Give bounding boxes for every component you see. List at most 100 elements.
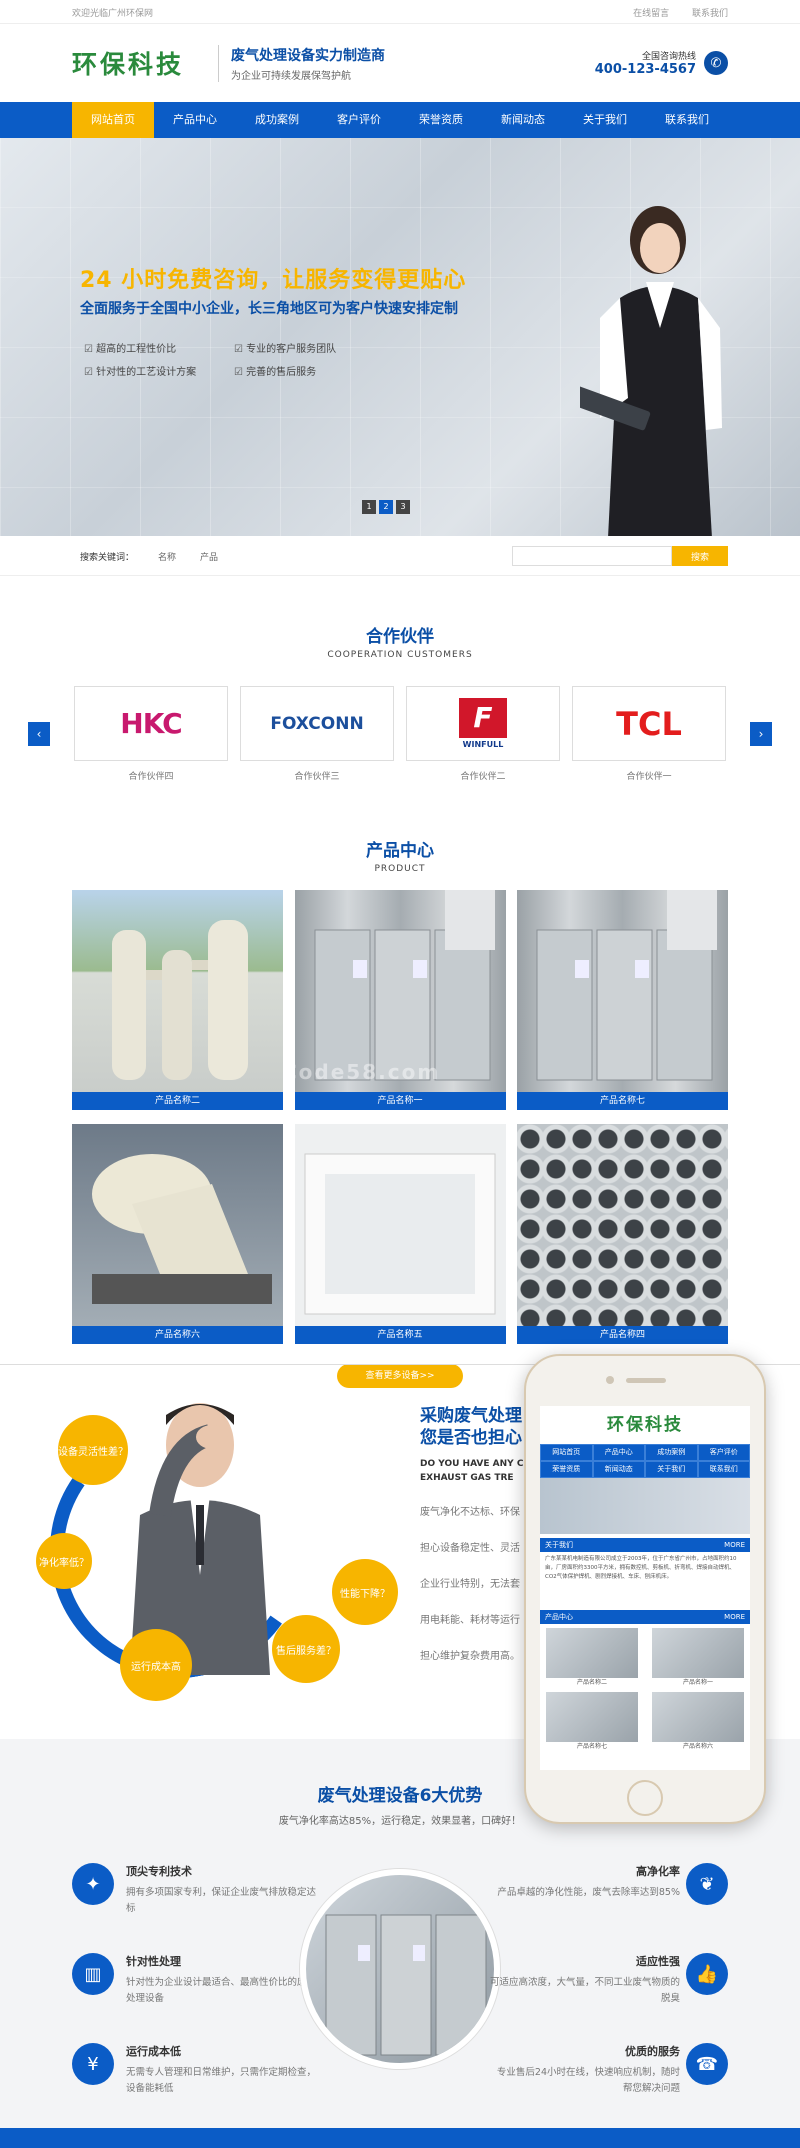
mobile-nav-item[interactable]: 客户评价	[697, 1444, 750, 1461]
partners-next-button[interactable]: ›	[750, 722, 772, 746]
mobile-product-title: 产品中心	[545, 1613, 573, 1621]
mobile-product-header: 产品中心 MORE	[540, 1610, 750, 1624]
product-image-tank	[294, 1124, 506, 1326]
product-caption: 产品名称四	[517, 1326, 728, 1344]
slogan: 废气处理设备实力制造商 为企业可持续发展保驾护航	[218, 44, 386, 82]
phone-screen: 环保科技 网站首页 产品中心 成功案例 客户评价 荣誉资质 新闻动态 关于我们 …	[540, 1406, 750, 1770]
mobile-product-card[interactable]: 产品名称六	[652, 1692, 744, 1752]
watermark-text: Code58.com	[282, 1060, 441, 1084]
slogan-main: 废气处理设备实力制造商	[231, 47, 386, 64]
problem-line: 用电耗能、耗材等运行	[420, 1615, 520, 1626]
partners-prev-button[interactable]: ‹	[28, 722, 50, 746]
advantages-center-image	[300, 1869, 500, 2069]
leaf-icon: ❦	[686, 1863, 728, 1905]
product-card[interactable]: 产品名称七	[517, 890, 728, 1110]
mobile-product-card[interactable]: 产品名称一	[652, 1628, 744, 1688]
mobile-nav-item[interactable]: 新闻动态	[592, 1461, 645, 1478]
product-caption: 产品名称六	[72, 1326, 283, 1344]
phone-icon: ✆	[704, 51, 728, 75]
product-card[interactable]: 产品名称四	[517, 1124, 728, 1344]
search-button[interactable]: 搜索	[672, 546, 728, 566]
partner-card[interactable]: FOXCONN 合作伙伴三	[240, 686, 394, 782]
problem-line: 废气净化不达标、环保	[420, 1507, 520, 1518]
target-icon: ▥	[72, 1953, 114, 1995]
top-bar: 欢迎光临广州环保网 在线留言 联系我们	[0, 0, 800, 24]
partner-caption: 合作伙伴四	[128, 772, 174, 782]
search-keyword[interactable]: 产品	[200, 550, 218, 563]
hero-banner[interactable]: 24 小时免费咨询，让服务变得更贴心 全面服务于全国中小企业，长三角地区可为客户…	[0, 138, 800, 536]
nav-item-honors[interactable]: 荣誉资质	[400, 102, 482, 138]
money-icon: ¥	[72, 2043, 114, 2085]
partner-card[interactable]: F WINFULL 合作伙伴二	[406, 686, 560, 782]
mobile-about-more[interactable]: MORE	[724, 1541, 745, 1549]
hotline-label: 全国咨询热线	[641, 52, 696, 62]
service-icon: ☎	[686, 2043, 728, 2085]
problem-line: 担心设备稳定性、灵活	[420, 1543, 520, 1554]
partners-title: 合作伙伴	[366, 627, 434, 647]
banner-page-2[interactable]: 2	[379, 500, 393, 514]
banner-page-3[interactable]: 3	[396, 500, 410, 514]
slogan-sub: 为企业可持续发展保驾护航	[231, 70, 352, 82]
mobile-about-title: 关于我们	[545, 1541, 573, 1549]
partner-card[interactable]: TCL 合作伙伴一	[572, 686, 726, 782]
products-section: 产品中心 PRODUCT 产品名称二 产品名称一 产品名称七 产品名称六 产品名…	[0, 808, 800, 1388]
problem-title: 采购废气处理 您是否也担心	[420, 1406, 522, 1448]
nav-item-about[interactable]: 关于我们	[564, 102, 646, 138]
phone-home-button	[627, 1780, 663, 1816]
mobile-nav-item[interactable]: 网站首页	[540, 1444, 593, 1461]
search-label: 搜索关键词：	[80, 552, 135, 563]
partner-card[interactable]: HKC 合作伙伴四	[74, 686, 228, 782]
advantage-item: 适应性强 可适应高浓度，大气量，不同工业废气物质的脱臭	[490, 1955, 681, 2004]
phone-camera	[606, 1376, 614, 1384]
nav-item-cases[interactable]: 成功案例	[236, 102, 318, 138]
hkc-logo: HKC	[120, 707, 182, 740]
worried-man-image	[130, 1403, 270, 1675]
product-card[interactable]: 产品名称五	[294, 1124, 506, 1344]
topbar-link-message[interactable]: 在线留言	[633, 9, 669, 19]
advantage-item: 针对性处理 针对性为企业设计最适合、最高性价比的废气处理设备	[126, 1955, 317, 2004]
advantage-item: 顶尖专利技术 拥有多项国家专利，保证企业废气排放稳定达标	[126, 1865, 317, 1914]
pain-bubble: 运行成本高	[120, 1629, 192, 1701]
banner-feature: 完善的售后服务	[234, 363, 384, 378]
mobile-nav-item[interactable]: 产品中心	[592, 1444, 645, 1461]
nav-item-products[interactable]: 产品中心	[154, 102, 236, 138]
product-image-fan	[72, 1124, 283, 1326]
product-image-tower	[72, 890, 283, 1092]
mobile-banner	[540, 1478, 750, 1534]
mobile-product-card[interactable]: 产品名称七	[546, 1692, 638, 1752]
banner-page-1[interactable]: 1	[362, 500, 376, 514]
mobile-product-more[interactable]: MORE	[724, 1613, 745, 1621]
problem-line: 担心维护复杂费用高。	[420, 1651, 520, 1662]
partner-caption: 合作伙伴一	[626, 772, 672, 782]
site-header: 环保科技 废气处理设备实力制造商 为企业可持续发展保驾护航 全国咨询热线 400…	[0, 24, 800, 102]
nav-item-home[interactable]: 网站首页	[72, 102, 154, 138]
topbar-link-contact[interactable]: 联系我们	[692, 9, 728, 19]
partners-section: 合作伙伴 COOPERATION CUSTOMERS ‹ HKC 合作伙伴四 F…	[0, 576, 800, 808]
nav-item-contact[interactable]: 联系我们	[646, 102, 728, 138]
nav-item-news[interactable]: 新闻动态	[482, 102, 564, 138]
search-keyword[interactable]: 名称	[158, 550, 176, 563]
problem-list: 废气净化不达标、环保 担心设备稳定性、灵活 企业行业特别，无法套 用电耗能、耗材…	[420, 1503, 520, 1683]
mobile-nav-item[interactable]: 成功案例	[645, 1444, 698, 1461]
advantage-item: 优质的服务 专业售后24小时在线，快速响应机制，随时帮您解决问题	[496, 2045, 680, 2094]
product-card[interactable]: 产品名称二	[72, 890, 283, 1110]
banner-pager: 1 2 3	[362, 500, 413, 514]
mobile-nav-item[interactable]: 荣誉资质	[540, 1461, 593, 1478]
problem-title-en: DO YOU HAVE ANY C EXHAUST GAS TRE	[420, 1459, 524, 1483]
search-input[interactable]	[512, 546, 672, 566]
site-logo[interactable]: 环保科技	[72, 45, 184, 81]
thumb-icon: 👍	[686, 1953, 728, 1995]
mobile-about-text: 广东某某机电制造有限公司成立于2003年，位于广东省广州市，占地面积约10亩，厂…	[545, 1556, 737, 1580]
mobile-nav-item[interactable]: 关于我们	[645, 1461, 698, 1478]
product-caption: 产品名称七	[517, 1092, 728, 1110]
patent-icon: ✦	[72, 1863, 114, 1905]
footer-bar	[0, 2128, 800, 2148]
product-card[interactable]: 产品名称六	[72, 1124, 283, 1344]
mobile-product-card[interactable]: 产品名称二	[546, 1628, 638, 1688]
products-title: 产品中心	[366, 841, 434, 861]
partners-title-en: COOPERATION CUSTOMERS	[327, 650, 473, 660]
nav-item-reviews[interactable]: 客户评价	[318, 102, 400, 138]
product-caption: 产品名称五	[294, 1326, 506, 1344]
mobile-product-grid: 产品名称二 产品名称一 产品名称七 产品名称六	[540, 1624, 750, 1760]
mobile-nav-item[interactable]: 联系我们	[697, 1461, 750, 1478]
